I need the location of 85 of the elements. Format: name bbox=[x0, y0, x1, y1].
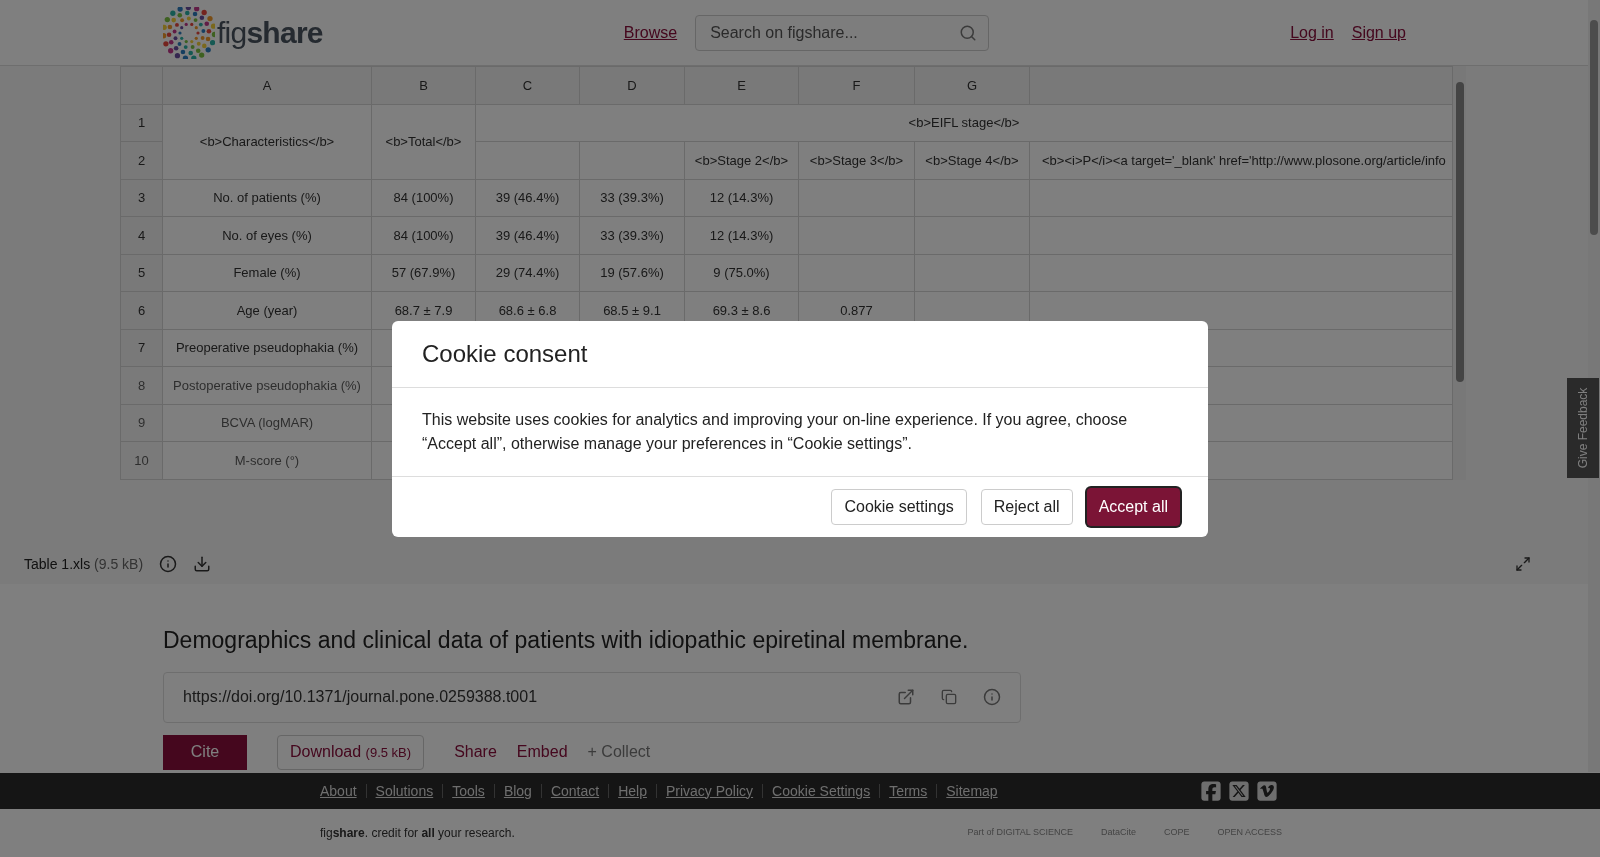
footer-link[interactable]: Tools bbox=[452, 780, 485, 802]
footer-link[interactable]: Privacy Policy bbox=[665, 780, 754, 802]
row-number: 5 bbox=[120, 254, 163, 292]
table-cell: 33 (39.3%) bbox=[579, 179, 685, 217]
external-link-icon[interactable] bbox=[897, 688, 915, 707]
table-cell: 84 (100%) bbox=[371, 216, 476, 255]
table-cell: <b>Stage 3</b> bbox=[798, 141, 915, 180]
item-title: Demographics and clinical data of patients with idiopathic epiretinal membrane. bbox=[163, 626, 970, 655]
table-cell: 12 (14.3%) bbox=[684, 216, 799, 255]
dialog-title: Cookie consent bbox=[422, 338, 588, 369]
collect-button[interactable]: + Collect bbox=[587, 740, 651, 765]
table-cell: Age (year) bbox=[162, 291, 372, 330]
scrollbar[interactable] bbox=[1453, 66, 1466, 480]
table-cell: No. of eyes (%) bbox=[162, 216, 372, 255]
table-cell: 19 (57.6%) bbox=[579, 254, 685, 292]
row-number: 6 bbox=[120, 291, 163, 330]
column-header[interactable]: B bbox=[371, 66, 476, 105]
feedback-tab[interactable]: Give Feedback bbox=[1567, 378, 1599, 478]
table-cell: <b>EIFL stage</b> bbox=[475, 104, 1453, 142]
footer-link[interactable]: Help bbox=[618, 780, 647, 802]
copy-icon[interactable] bbox=[941, 689, 957, 706]
search-field[interactable]: Search on figshare... bbox=[695, 14, 990, 51]
account-link[interactable]: Log in bbox=[1290, 20, 1334, 45]
footer-link[interactable]: Solutions bbox=[375, 780, 434, 802]
logo-mark-icon bbox=[163, 6, 215, 59]
vimeo-icon[interactable] bbox=[1256, 780, 1278, 802]
table-cell: <b><i>P</i><a target='_blank' href='http://www.plosone.org/article/info bbox=[1029, 141, 1453, 180]
table-cell: Preoperative pseudophakia (%) bbox=[162, 329, 372, 367]
row-number: 3 bbox=[120, 179, 163, 217]
row-number: 4 bbox=[120, 216, 163, 255]
facebook-icon[interactable] bbox=[1200, 780, 1222, 802]
tagline: figshare. credit for all your research. bbox=[320, 825, 515, 842]
column-header[interactable]: G bbox=[914, 66, 1030, 105]
footer-link[interactable]: About bbox=[320, 780, 357, 802]
dialog-button[interactable]: Reject all bbox=[980, 488, 1073, 525]
table-cell: 39 (46.4%) bbox=[475, 179, 580, 217]
table-cell: Postoperative pseudophakia (%) bbox=[162, 366, 372, 405]
dialog-text: This website uses cookies for analytics and improving your on-line experience. If you agree, choose “Accept all”, otherwise manage your preferences in “Cookie settings”. bbox=[422, 409, 1129, 454]
footer-link[interactable]: Contact bbox=[550, 780, 600, 802]
action-link[interactable]: Share bbox=[454, 740, 497, 765]
table-cell: M-score (°) bbox=[162, 441, 372, 480]
download-icon[interactable] bbox=[193, 555, 212, 573]
row-number: 8 bbox=[120, 366, 163, 405]
file-name: Table 1.xls (9.5 kB) bbox=[24, 554, 144, 574]
table-cell: 12 (14.3%) bbox=[684, 179, 799, 217]
account-link[interactable]: Sign up bbox=[1351, 20, 1406, 45]
dialog-button[interactable]: Accept all bbox=[1086, 487, 1180, 526]
footer-link[interactable]: Terms bbox=[889, 780, 928, 802]
action-link[interactable]: Embed bbox=[516, 740, 568, 765]
row-number: 2 bbox=[120, 141, 163, 180]
table-cell: No. of patients (%) bbox=[162, 179, 372, 217]
footer-link[interactable]: Cookie Settings bbox=[772, 780, 871, 802]
logo-wordmark[interactable]: figshare bbox=[217, 10, 323, 55]
column-header[interactable]: D bbox=[579, 66, 685, 105]
fullscreen-icon[interactable] bbox=[1515, 556, 1531, 572]
info-icon[interactable] bbox=[983, 688, 1001, 707]
browse-link[interactable]: Browse bbox=[623, 20, 678, 45]
footer-link[interactable]: Blog bbox=[503, 780, 532, 802]
column-header[interactable]: A bbox=[162, 66, 372, 105]
table-cell: 57 (67.9%) bbox=[371, 254, 476, 292]
doi-link[interactable]: https://doi.org/10.1371/journal.pone.0259388.t001 bbox=[183, 685, 871, 710]
table-cell: Female (%) bbox=[162, 254, 372, 292]
cite-button[interactable]: Cite bbox=[163, 734, 247, 770]
row-number: 9 bbox=[120, 404, 163, 442]
footer-link[interactable]: Sitemap bbox=[946, 780, 998, 802]
table-cell: BCVA (logMAR) bbox=[162, 404, 372, 442]
table-cell: 84 (100%) bbox=[371, 179, 476, 217]
row-number: 7 bbox=[120, 329, 163, 367]
row-number: 10 bbox=[120, 441, 163, 480]
column-header[interactable]: F bbox=[798, 66, 915, 105]
row-number: 1 bbox=[120, 104, 163, 142]
column-header[interactable]: C bbox=[475, 66, 580, 105]
x-icon[interactable] bbox=[1228, 780, 1250, 802]
column-header[interactable]: E bbox=[684, 66, 799, 105]
table-cell: 9 (75.0%) bbox=[684, 254, 799, 292]
search-icon[interactable] bbox=[959, 23, 978, 42]
download-button[interactable]: Download (9.5 kB) bbox=[277, 734, 425, 770]
info-icon[interactable] bbox=[159, 555, 178, 573]
table-cell: 33 (39.3%) bbox=[579, 216, 685, 255]
table-cell: 39 (46.4%) bbox=[475, 216, 580, 255]
table-cell: <b>Stage 4</b> bbox=[914, 141, 1030, 180]
table-cell: 29 (74.4%) bbox=[475, 254, 580, 292]
dialog-button[interactable]: Cookie settings bbox=[831, 488, 967, 525]
table-cell: <b>Total</b> bbox=[371, 104, 476, 180]
table-cell: <b>Stage 2</b> bbox=[684, 141, 799, 180]
